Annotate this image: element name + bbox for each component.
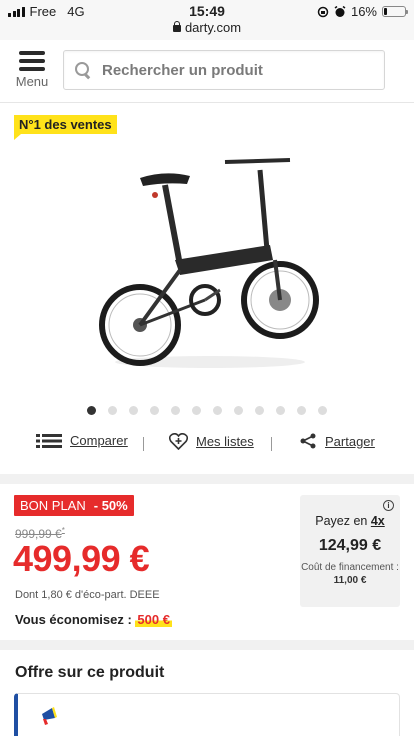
share-button[interactable]: Partager [299,433,375,449]
carousel-dot[interactable] [129,406,138,415]
carousel-dot[interactable] [108,406,117,415]
menu-button[interactable]: Menu [14,51,50,89]
compare-label: Comparer [70,433,128,448]
installments-link[interactable]: 4x [371,514,385,528]
lists-label: Mes listes [196,434,254,449]
menu-label: Menu [15,74,49,89]
separator [271,437,272,451]
section-divider [0,474,414,484]
status-bar: Free 4G 15:49 darty.com 16% [0,0,414,40]
info-icon[interactable]: i [383,500,394,511]
section-divider [0,640,414,650]
eco-participation: Dont 1,80 € d'éco-part. DEEE [15,589,160,601]
share-label: Partager [325,433,375,449]
carousel-dot[interactable] [276,406,285,415]
carousel-dot[interactable] [171,406,180,415]
current-price: 499,99 € [13,538,150,579]
financing-box[interactable]: i Payez en 4x 124,99 € Coût de financeme… [300,495,400,607]
battery-icon [382,6,408,17]
url-bar[interactable]: darty.com [0,20,414,35]
carousel-dot[interactable] [192,406,201,415]
deal-label: BON PLAN [20,498,86,513]
savings-line: Vous économisez : 500 € [15,612,172,627]
carousel-dot[interactable] [318,406,327,415]
product-actions: Comparer Mes listes Partager [0,433,414,459]
savings-amount: 500 € [135,612,172,627]
carousel-dot[interactable] [150,406,159,415]
best-seller-badge: N°1 des ventes [14,115,117,140]
separator [143,437,144,451]
search-input[interactable] [102,61,362,79]
site-header: Menu [0,41,414,103]
share-icon [300,433,316,449]
search-box[interactable] [63,50,385,90]
add-to-list-button[interactable]: Mes listes [169,433,254,450]
installment-amount: 124,99 € [318,537,382,554]
image-carousel-dots[interactable] [0,406,414,415]
battery-percent: 16% [350,4,377,19]
old-price-footnote-mark: * [61,526,65,535]
carousel-dot[interactable] [234,406,243,415]
financing-cost-value: 11,00 € [333,575,367,586]
compare-icon [36,433,62,448]
offer-card[interactable] [14,693,400,736]
offer-section-title: Offre sur ce produit [15,664,165,681]
lock-icon [172,21,181,32]
carousel-dot[interactable] [255,406,264,415]
deal-badge: BON PLAN - 50% [14,495,134,516]
hamburger-icon [19,51,45,71]
savings-label: Vous économisez : [15,612,132,627]
carousel-dot[interactable] [87,406,96,415]
compare-button[interactable]: Comparer [36,433,128,448]
discount-label: - 50% [93,498,128,513]
carousel-dot[interactable] [213,406,222,415]
financing-cost-label: Coût de financement : [301,562,399,573]
financing-title: Payez en 4x [315,514,385,528]
alarm-icon [334,5,346,17]
carousel-dot[interactable] [297,406,306,415]
search-icon [74,61,92,79]
folding-electric-bike-image[interactable] [95,150,325,375]
rotation-lock-icon [317,6,329,17]
megaphone-icon [42,707,57,725]
heart-plus-icon [169,433,188,450]
url-text: darty.com [184,20,242,35]
